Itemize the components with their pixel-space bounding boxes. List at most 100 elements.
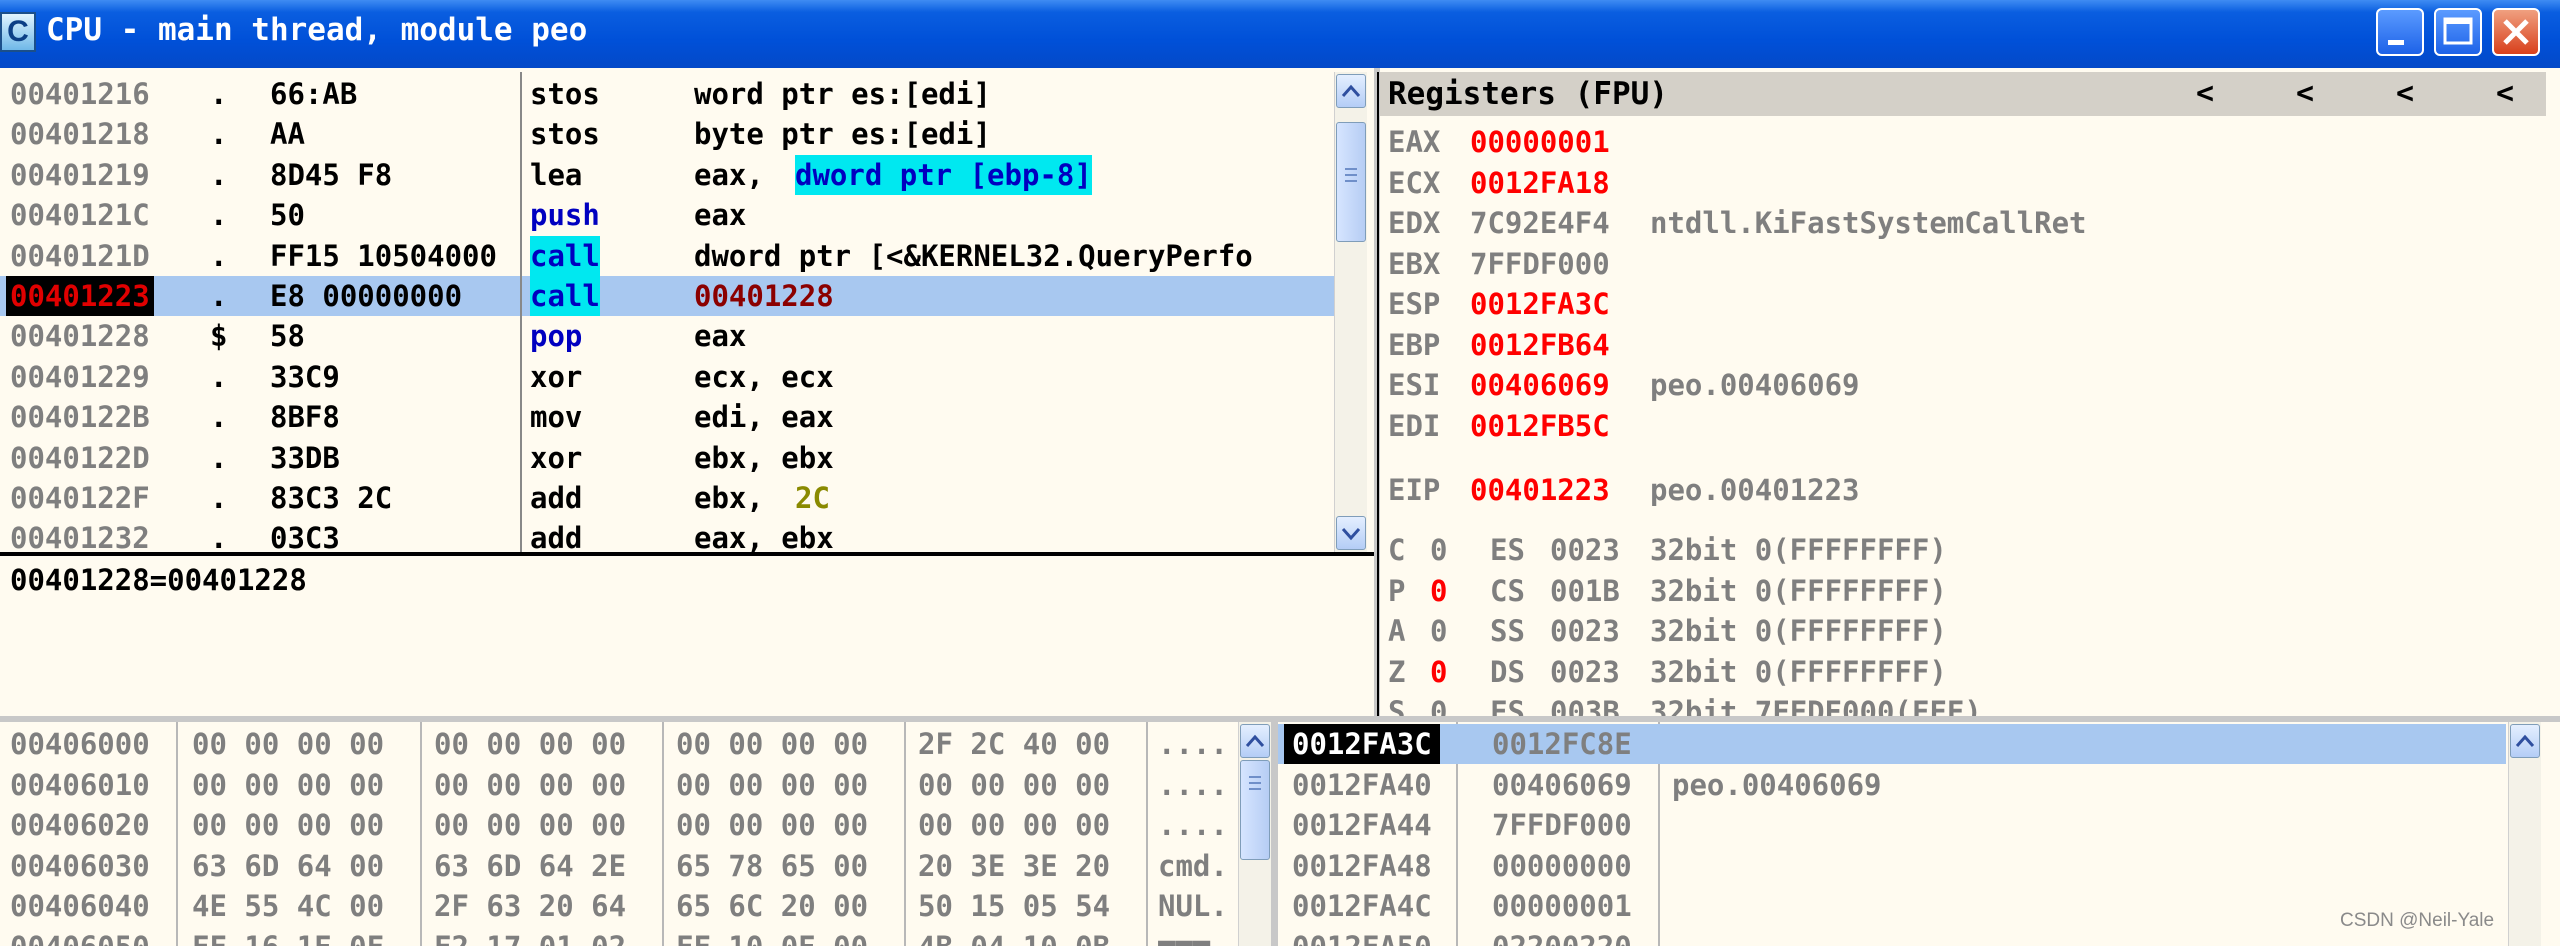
dump-row[interactable]: 00406040 4E 55 4C 00 2F 63 20 64 65 6C 20 0…	[0, 886, 1238, 926]
maximize-button[interactable]	[2434, 8, 2482, 56]
flag-row[interactable]: S 0 FS 003B 32bit 7FFDE000(FFF)	[1388, 692, 2538, 716]
info-pane[interactable]: 00401228=00401228	[0, 556, 1374, 716]
segment-selector: 0023	[1550, 654, 1620, 689]
disasm-mark: .	[210, 198, 228, 233]
flag-row[interactable]: A 0 SS 0023 32bit 0(FFFFFFFF)	[1388, 611, 2538, 651]
register-value: 00000001	[1470, 125, 1610, 159]
scroll-up-button[interactable]	[1336, 74, 1366, 108]
disasm-operands: edi, eax	[694, 400, 834, 435]
disasm-row[interactable]: 0040121D. FF15 10504000 call dword ptr [<&K…	[0, 235, 1334, 276]
stack-row[interactable]: 0012FA48 00000000	[1278, 846, 2506, 886]
disassembly-pane[interactable]: 00401216. 66:AB stos word ptr es:[edi] 00401…	[0, 72, 1334, 552]
arrow-up-icon	[1341, 84, 1361, 97]
dump-address: 00406050	[10, 927, 150, 946]
stack-row[interactable]: 0012FA40 00406069 peo.00406069	[1278, 765, 2506, 805]
disasm-hex: 58	[270, 319, 305, 354]
maximize-icon	[2443, 17, 2473, 45]
stack-row[interactable]: 0012FA44 7FFDF000	[1278, 805, 2506, 845]
disasm-operands: eax	[694, 319, 747, 354]
dump-hex-group: FF 16 1E 0F	[192, 927, 384, 946]
dump-row[interactable]: 00406030 63 6D 64 00 63 6D 64 2E 65 78 65 0…	[0, 846, 1238, 886]
chevron-left-icon[interactable]: <	[2196, 72, 2214, 116]
register-value: 00406069	[1470, 368, 1610, 402]
disasm-hex: FF15 10504000	[270, 238, 497, 273]
chevron-left-icon[interactable]: <	[2296, 72, 2314, 116]
disasm-row[interactable]: 0040121C. 50 push eax	[0, 195, 1334, 235]
flag-row[interactable]: P 0 CS 001B 32bit 0(FFFFFFFF)	[1388, 571, 2538, 611]
disasm-mnemonic: mov	[530, 400, 583, 435]
dump-hex-group: 50 15 05 54	[918, 889, 1111, 923]
disassembly-scrollbar[interactable]	[1334, 72, 1367, 552]
register-row[interactable]: EAX 00000001	[1388, 122, 2538, 162]
disasm-operands: 00401228	[694, 279, 834, 313]
chevron-left-icon[interactable]: <	[2496, 72, 2514, 116]
disasm-hex: 03C3	[270, 521, 340, 552]
disasm-row[interactable]: 00401229. 33C9 xor ecx, ecx	[0, 357, 1334, 397]
segment-desc: 32bit 7FFDE000(FFF)	[1650, 695, 1982, 716]
scroll-thumb[interactable]	[1240, 760, 1270, 860]
stack-scrollbar[interactable]	[2508, 722, 2541, 946]
segment-selector: 0023	[1550, 614, 1620, 648]
dump-hex-group: 00 00 00 00	[434, 808, 627, 842]
disasm-mark: .	[210, 359, 228, 394]
segment-name: DS	[1490, 654, 1525, 689]
disasm-operand-highlight: 2C	[795, 481, 830, 515]
register-row[interactable]: ESP 0012FA3C	[1388, 284, 2538, 324]
flag-bit: 0	[1430, 654, 1448, 689]
scroll-thumb[interactable]	[1336, 122, 1366, 242]
disasm-hex: 66:AB	[270, 77, 358, 111]
stack-pane[interactable]: 0012FA3C 0012FC8E 0012FA40 00406069 peo.0040…	[1278, 722, 2506, 946]
register-name: EDI	[1388, 408, 1441, 443]
dump-scrollbar[interactable]	[1238, 722, 1271, 946]
flag-row[interactable]: C 0 ES 0023 32bit 0(FFFFFFFF)	[1388, 530, 2538, 570]
dump-row[interactable]: 00406050 FF 16 1E 0F F2 17 01 02 FF 10 0E 0…	[0, 927, 1238, 946]
register-row[interactable]: EDI 0012FB5C	[1388, 406, 2538, 446]
minimize-button[interactable]	[2376, 8, 2424, 56]
stack-row[interactable]: 0012FA50 02200220	[1278, 927, 2506, 946]
register-row[interactable]: EDX 7C92E4F4 ntdll.KiFastSystemCallRet	[1388, 203, 2538, 243]
title-bar[interactable]: C CPU - main thread, module peo	[0, 0, 2560, 68]
disasm-row[interactable]: 0040122D. 33DB xor ebx, ebx	[0, 438, 1334, 478]
memory-dump-pane[interactable]: 00406000 00 00 00 00 00 00 00 00 00 00 00 0…	[0, 722, 1270, 946]
arrow-down-icon	[1341, 528, 1361, 541]
stack-row[interactable]: 0012FA3C 0012FC8E	[1278, 724, 2506, 764]
dump-row[interactable]: 00406010 00 00 00 00 00 00 00 00 00 00 00 0…	[0, 765, 1238, 805]
stack-value: 7FFDF000	[1492, 808, 1632, 842]
disasm-operand-highlight: dword ptr [ebp-8]	[795, 154, 1092, 195]
disasm-row[interactable]: 0040122B. 8BF8 mov edi, eax	[0, 397, 1334, 437]
dump-hex-group: 00 00 00 00	[192, 767, 385, 802]
scroll-down-button[interactable]	[1336, 516, 1366, 550]
register-row[interactable]: ECX 0012FA18	[1388, 163, 2538, 203]
registers-pane[interactable]: Registers (FPU) < < < < EAX 00000001 ECX 00…	[1380, 72, 2546, 716]
disasm-row[interactable]: 00401216. 66:AB stos word ptr es:[edi]	[0, 74, 1334, 114]
register-value: 0012FB64	[1470, 327, 1610, 362]
segment-desc: 32bit 0(FFFFFFFF)	[1650, 573, 1947, 608]
dump-row[interactable]: 00406020 00 00 00 00 00 00 00 00 00 00 00 0…	[0, 805, 1238, 845]
register-name: EAX	[1388, 125, 1441, 159]
disasm-row[interactable]: 00401232. 03C3 add eax, ebx	[0, 518, 1334, 552]
disasm-row[interactable]: 00401228 $58 pop eax	[0, 316, 1334, 356]
dump-address: 00406030	[10, 848, 150, 883]
disasm-row[interactable]: 00401219. 8D45 F8 lea eax, dword ptr [ebp-8…	[0, 154, 1334, 195]
grip-icon	[1249, 776, 1261, 790]
disasm-row[interactable]: 0040122F. 83C3 2C add ebx, 2C	[0, 478, 1334, 518]
chevron-left-icon[interactable]: <	[2396, 72, 2414, 116]
register-value: 7C92E4F4	[1470, 206, 1610, 240]
dump-hex-group: F2 17 01 02	[434, 927, 626, 946]
stack-comment: peo.00406069	[1672, 767, 1882, 802]
register-row-eip[interactable]: EIP 00401223 peo.00401223	[1388, 470, 2538, 510]
stack-row[interactable]: 0012FA4C 00000001	[1278, 886, 2506, 926]
scroll-up-button[interactable]	[1240, 724, 1270, 758]
flag-name: A	[1388, 614, 1406, 648]
disasm-row[interactable]: 00401218. AA stos byte ptr es:[edi]	[0, 114, 1334, 154]
register-row[interactable]: EBP 0012FB64	[1388, 325, 2538, 365]
disasm-row[interactable]: 00401223. E8 00000000 call 00401228	[0, 276, 1334, 316]
scroll-up-button[interactable]	[2510, 724, 2540, 758]
flag-row[interactable]: Z 0 DS 0023 32bit 0(FFFFFFFF)	[1388, 652, 2538, 692]
dump-row[interactable]: 00406000 00 00 00 00 00 00 00 00 00 00 00 0…	[0, 724, 1238, 764]
registers-title: Registers (FPU)	[1388, 76, 1668, 112]
register-row[interactable]: ESI 00406069 peo.00406069	[1388, 365, 2538, 405]
dump-stack-splitter[interactable]	[1270, 722, 1278, 946]
close-button[interactable]	[2492, 8, 2540, 56]
register-row[interactable]: EBX 7FFDF000	[1388, 244, 2538, 284]
